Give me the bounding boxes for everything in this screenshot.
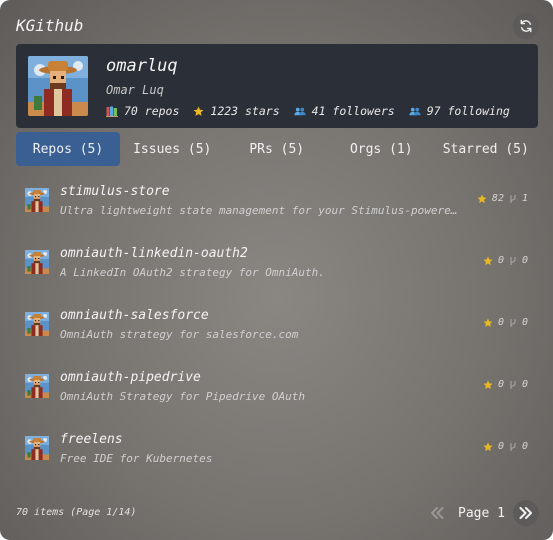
fork-icon: [509, 318, 517, 328]
repo-meta: 0 0: [483, 255, 528, 266]
profile-card: omarluq Omar Luq 70 repos 1223 stars 41 …: [16, 44, 538, 128]
prev-page-button[interactable]: [424, 500, 450, 526]
list-item[interactable]: freelens Free IDE for Kubernetes 0 0: [16, 420, 538, 482]
fork-count: 0: [521, 379, 528, 390]
fork-count: 0: [521, 441, 528, 452]
avatar: [25, 188, 49, 212]
star-icon: [483, 380, 493, 390]
tab-repos[interactable]: Repos (5): [16, 132, 120, 166]
books-icon: [106, 106, 118, 117]
fork-icon: [509, 194, 517, 204]
repo-description: A LinkedIn OAuth2 strategy for OmniAuth.: [60, 266, 325, 279]
avatar[interactable]: [28, 56, 88, 116]
star-count: 0: [497, 379, 504, 390]
fork-icon: [509, 442, 517, 452]
pagination: Page 1: [424, 500, 539, 526]
tab-bar: Repos (5) Issues (5) PRs (5) Orgs (1) St…: [16, 132, 538, 166]
avatar: [25, 250, 49, 274]
stars-stat: 1223 stars: [193, 104, 280, 118]
page-indicator: Page 1: [458, 505, 505, 521]
repo-description: OmniAuth Strategy for Pipedrive OAuth: [60, 390, 306, 403]
repo-name[interactable]: stimulus-store: [60, 184, 170, 199]
star-icon: [477, 194, 487, 204]
repo-name[interactable]: freelens: [60, 432, 123, 447]
tab-prs[interactable]: PRs (5): [225, 132, 330, 166]
star-count: 0: [497, 317, 504, 328]
star-icon: [483, 256, 493, 266]
items-info: 70 items (Page 1/14): [16, 507, 137, 518]
repo-description: OmniAuth strategy for salesforce.com: [60, 328, 299, 341]
star-icon: [193, 106, 204, 117]
star-icon: [483, 318, 493, 328]
people-icon: [294, 107, 306, 116]
star-count: 0: [497, 255, 504, 266]
avatar: [25, 374, 49, 398]
app-window: KGithub omarluq Omar Luq 70 repos 1223 s…: [0, 0, 553, 540]
list-item[interactable]: stimulus-store Ultra lightweight state m…: [16, 172, 538, 234]
star-count: 0: [497, 441, 504, 452]
repo-list: stimulus-store Ultra lightweight state m…: [16, 172, 538, 482]
profile-full-name: Omar Luq: [106, 83, 164, 97]
star-icon: [483, 442, 493, 452]
followers-stat[interactable]: 41 followers: [294, 104, 395, 118]
next-page-button[interactable]: [513, 500, 539, 526]
double-chevron-left-icon: [431, 507, 444, 519]
repo-meta: 0 0: [483, 441, 528, 452]
double-chevron-right-icon: [519, 507, 532, 519]
star-count: 82: [491, 193, 504, 204]
repo-description: Free IDE for Kubernetes: [60, 452, 213, 465]
repo-description: Ultra lightweight state management for y…: [60, 204, 458, 217]
repo-meta: 0 0: [483, 379, 528, 390]
profile-stats: 70 repos 1223 stars 41 followers 97 foll…: [106, 104, 510, 118]
repo-meta: 82 1: [477, 193, 528, 204]
avatar: [25, 312, 49, 336]
fork-icon: [509, 380, 517, 390]
repo-meta: 0 0: [483, 317, 528, 328]
refresh-icon: [520, 19, 532, 33]
repos-count: 70 repos: [124, 104, 180, 118]
repo-name[interactable]: omniauth-linkedin-oauth2: [60, 246, 248, 261]
repo-name[interactable]: omniauth-salesforce: [60, 308, 209, 323]
profile-username[interactable]: omarluq: [106, 56, 178, 76]
fork-icon: [509, 256, 517, 266]
list-item[interactable]: omniauth-linkedin-oauth2 A LinkedIn OAut…: [16, 234, 538, 296]
refresh-button[interactable]: [513, 13, 539, 39]
fork-count: 0: [521, 317, 528, 328]
followers-count: 41 followers: [311, 104, 395, 118]
following-count: 97 following: [426, 104, 510, 118]
list-item[interactable]: omniauth-pipedrive OmniAuth Strategy for…: [16, 358, 538, 420]
tab-orgs[interactable]: Orgs (1): [329, 132, 434, 166]
fork-count: 0: [521, 255, 528, 266]
fork-count: 1: [521, 193, 528, 204]
repo-name[interactable]: omniauth-pipedrive: [60, 370, 201, 385]
repos-stat: 70 repos: [106, 104, 179, 118]
stars-count: 1223 stars: [210, 104, 280, 118]
tab-starred[interactable]: Starred (5): [434, 132, 539, 166]
following-stat[interactable]: 97 following: [409, 104, 510, 118]
app-title: KGithub: [16, 16, 84, 35]
avatar: [25, 436, 49, 460]
tab-issues[interactable]: Issues (5): [120, 132, 225, 166]
list-item[interactable]: omniauth-salesforce OmniAuth strategy fo…: [16, 296, 538, 358]
people-icon: [409, 107, 421, 116]
